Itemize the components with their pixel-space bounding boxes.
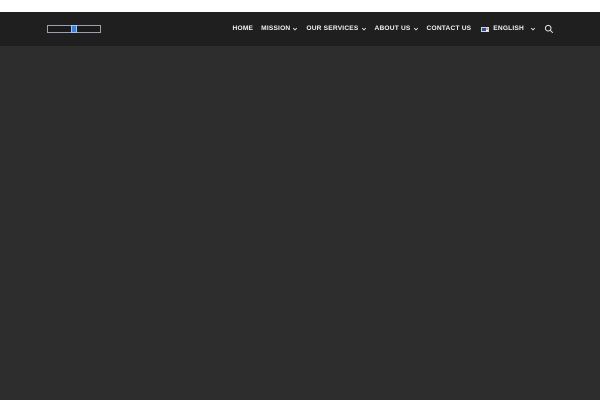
nav-item-contact-us[interactable]: CONTACT US — [426, 24, 472, 33]
nav-item-home-label: HOME — [232, 24, 254, 32]
nav-item-contact-us-label: CONTACT US — [426, 24, 472, 32]
site-header: HOME MISSION OUR SERVICES ABOUT US CONTA… — [0, 12, 600, 46]
nav-item-mission-label: MISSION — [261, 24, 291, 32]
nav-item-home[interactable]: HOME — [232, 24, 254, 33]
language-switcher[interactable]: ENGLISH — [481, 24, 536, 33]
chevron-down-icon — [361, 27, 366, 31]
chevron-down-icon — [293, 27, 298, 31]
nav-item-mission[interactable]: MISSION — [261, 24, 298, 33]
us-flag-icon — [481, 26, 490, 32]
top-strip — [0, 0, 600, 12]
nav-item-about-us-label: ABOUT US — [374, 24, 411, 32]
nav-item-our-services[interactable]: OUR SERVICES — [306, 24, 366, 33]
language-label: ENGLISH — [493, 24, 524, 32]
chevron-down-icon — [413, 27, 418, 31]
site-logo[interactable] — [47, 25, 101, 33]
chevron-down-icon — [530, 27, 536, 31]
main-nav: HOME MISSION OUR SERVICES ABOUT US CONTA… — [233, 12, 536, 46]
search-icon[interactable] — [544, 24, 554, 34]
nav-item-our-services-label: OUR SERVICES — [306, 24, 359, 32]
nav-item-about-us[interactable]: ABOUT US — [374, 24, 419, 33]
logo-mark-icon — [71, 25, 77, 33]
main-content-area — [0, 46, 600, 400]
